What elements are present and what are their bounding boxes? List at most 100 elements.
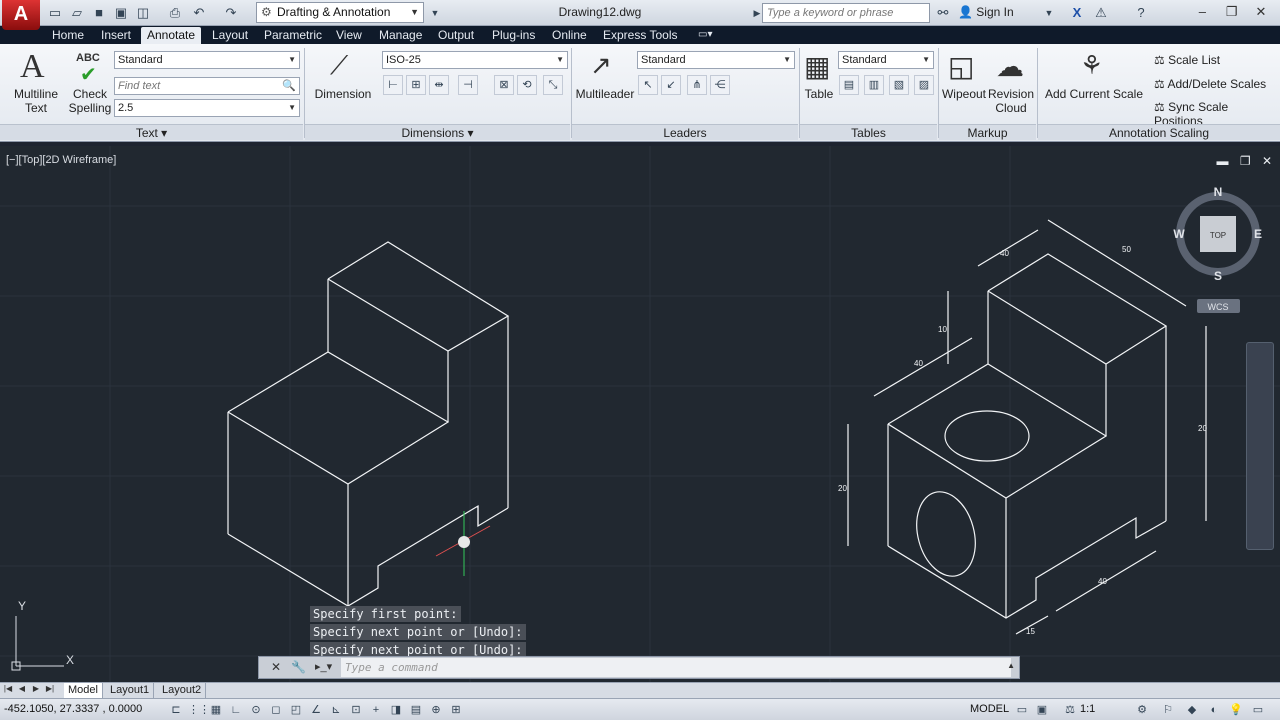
close-icon[interactable]: ✕ — [1248, 2, 1274, 22]
find-text-input[interactable]: Find text 🔍 — [114, 77, 300, 95]
polar-tracking-icon[interactable]: ⊙ — [248, 702, 264, 718]
text-style-select[interactable]: Standard ▼ — [114, 51, 300, 69]
dim-inspect-icon[interactable]: ⊠ — [494, 75, 514, 95]
clean-screen-icon[interactable]: ▭ — [1250, 702, 1266, 718]
hardware-acceleration-icon[interactable]: ◆ — [1184, 702, 1200, 718]
tab-annotate[interactable]: Annotate — [141, 27, 202, 44]
dim-update-icon[interactable]: ⟲ — [517, 75, 537, 95]
dimension-style-select[interactable]: ISO-25 ▼ — [382, 51, 568, 69]
dim-continue-icon[interactable]: ⊢ — [383, 75, 403, 95]
3d-osnap-icon[interactable]: ◰ — [288, 702, 304, 718]
save-icon[interactable]: ■ — [90, 4, 108, 22]
restore-viewport-icon[interactable]: ❐ — [1240, 154, 1251, 168]
help-icon[interactable]: ? — [1132, 4, 1150, 22]
workspace-dropdown[interactable]: ⚙ Drafting & Annotation ▼ — [256, 2, 424, 23]
close-viewport-icon[interactable]: ✕ — [1262, 154, 1272, 168]
open-icon[interactable]: ▱ — [68, 4, 86, 22]
annotation-scale-icon[interactable]: ⚖ — [1062, 702, 1078, 718]
search-input[interactable]: Type a keyword or phrase — [762, 3, 930, 23]
object-snap-tracking-icon[interactable]: ∠ — [308, 702, 324, 718]
isolate-objects-icon[interactable]: ◐ — [1206, 702, 1222, 718]
text-height-select[interactable]: 2.5 ▼ — [114, 99, 300, 117]
redo-icon[interactable]: ↷ — [222, 4, 240, 22]
markup-panel-title[interactable]: Markup — [939, 124, 1036, 140]
subscription-icon[interactable]: ⚠ — [1092, 4, 1110, 22]
lock-ui-icon[interactable]: ⚐ — [1160, 702, 1176, 718]
upload-table-icon[interactable]: ▨ — [914, 75, 934, 95]
remove-leader-icon[interactable]: ↙ — [661, 75, 681, 95]
command-input[interactable]: Type a command — [341, 658, 1011, 677]
model-space-toggle[interactable]: MODEL — [970, 703, 1009, 715]
revision-cloud-button[interactable]: Revision Cloud — [988, 87, 1034, 115]
tab-parametric[interactable]: Parametric — [258, 27, 328, 44]
application-menu-button[interactable]: A — [2, 0, 40, 30]
tab-plugins[interactable]: Plug-ins — [486, 27, 541, 44]
grid-display-icon[interactable]: ▦ — [208, 702, 224, 718]
check-spelling-button[interactable]: Check Spelling — [68, 87, 112, 115]
tab-layout1[interactable]: Layout1 — [106, 683, 155, 699]
isometric-drawing-right[interactable] — [847, 219, 1207, 635]
wipeout-icon[interactable]: ◱ — [948, 50, 974, 83]
annotation-scaling-panel-title[interactable]: Annotation Scaling — [1038, 124, 1280, 140]
multileader-style-select[interactable]: Standard ▼ — [637, 51, 795, 69]
tab-express-tools[interactable]: Express Tools — [597, 27, 683, 44]
collect-leader-icon[interactable]: ⋲ — [710, 75, 730, 95]
leaders-panel-title[interactable]: Leaders — [572, 124, 798, 140]
tab-output[interactable]: Output — [432, 27, 480, 44]
align-leader-icon[interactable]: ⋔ — [687, 75, 707, 95]
dynamic-input-icon[interactable]: ⊡ — [348, 702, 364, 718]
tables-panel-title[interactable]: Tables — [800, 124, 937, 140]
osnap-icon[interactable]: ◻ — [268, 702, 284, 718]
add-current-scale-button[interactable]: Add Current Scale — [1044, 87, 1144, 101]
exchange-icon[interactable]: X — [1068, 4, 1086, 22]
tab-online[interactable]: Online — [546, 27, 593, 44]
last-tab-icon[interactable]: ▶| — [44, 684, 56, 693]
snap-mode-icon[interactable]: ⋮⋮ — [188, 702, 210, 718]
viewport-controls-label[interactable]: [−][Top][2D Wireframe] — [6, 154, 116, 166]
workspace-switching-icon[interactable]: ⚙ — [1134, 702, 1150, 718]
scale-list-button[interactable]: ⚖ Scale List — [1154, 53, 1220, 67]
extract-data-icon[interactable]: ▤ — [839, 75, 859, 95]
undo-icon[interactable]: ↶ — [190, 4, 208, 22]
prev-tab-icon[interactable]: ◀ — [16, 684, 28, 693]
text-panel-title[interactable]: Text ▾ — [0, 124, 303, 140]
dimension-button[interactable]: Dimension — [312, 87, 374, 101]
minimize-icon[interactable]: – — [1189, 2, 1215, 22]
link-data-icon[interactable]: ▥ — [864, 75, 884, 95]
sign-in-link[interactable]: 👤 Sign In — [958, 5, 1014, 19]
dim-break-icon[interactable]: ⊣ — [458, 75, 478, 95]
multileader-button[interactable]: Multileader — [574, 87, 636, 101]
dim-oblique-icon[interactable]: ⤡ — [543, 75, 563, 95]
tab-view[interactable]: View — [330, 27, 368, 44]
dim-space-icon[interactable]: ⇹ — [429, 75, 449, 95]
add-delete-scales-button[interactable]: ⚖ Add/Delete Scales — [1154, 77, 1266, 91]
download-table-icon[interactable]: ▧ — [889, 75, 909, 95]
plot-preview-icon[interactable]: ◫ — [134, 4, 152, 22]
dimension-icon[interactable]: ⟋ — [330, 50, 348, 82]
selection-cycling-icon[interactable]: ⊕ — [428, 702, 444, 718]
ortho-mode-icon[interactable]: ∟ — [228, 702, 244, 718]
coordinates-readout[interactable]: -452.1050, 27.3337 , 0.0000 — [4, 703, 142, 715]
show-lineweight-icon[interactable]: + — [368, 702, 384, 718]
drawing-canvas[interactable]: 40 50 10 40 20 20 40 15 TOP N S E W WCS — [0, 146, 1280, 682]
multileader-icon[interactable]: ↗ — [590, 50, 612, 81]
revision-cloud-icon[interactable]: ☁ — [996, 50, 1024, 83]
multiline-text-icon[interactable]: A — [20, 48, 45, 86]
add-current-scale-icon[interactable]: ⚘ — [1080, 50, 1103, 81]
isometric-drawing-left[interactable] — [227, 241, 510, 607]
table-icon[interactable]: ▦ — [804, 50, 830, 83]
multiline-text-button[interactable]: Multiline Text — [8, 87, 64, 115]
annotation-monitor-icon[interactable]: ⊞ — [448, 702, 464, 718]
tab-home[interactable]: Home — [46, 27, 90, 44]
tab-layout[interactable]: Layout — [206, 27, 254, 44]
signin-dropdown-icon[interactable]: ▼ — [1040, 4, 1058, 22]
qat-dropdown-icon[interactable]: ▼ — [426, 4, 444, 22]
dim-baseline-icon[interactable]: ⊞ — [406, 75, 426, 95]
tab-layout2[interactable]: Layout2 — [158, 683, 207, 699]
print-icon[interactable]: ⎙ — [166, 4, 184, 22]
quick-properties-icon[interactable]: ▤ — [408, 702, 424, 718]
transparency-icon[interactable]: ◨ — [388, 702, 404, 718]
annotation-scale-select[interactable]: 1:1 — [1080, 703, 1095, 715]
add-leader-icon[interactable]: ↖ — [638, 75, 658, 95]
first-tab-icon[interactable]: |◀ — [2, 684, 14, 693]
